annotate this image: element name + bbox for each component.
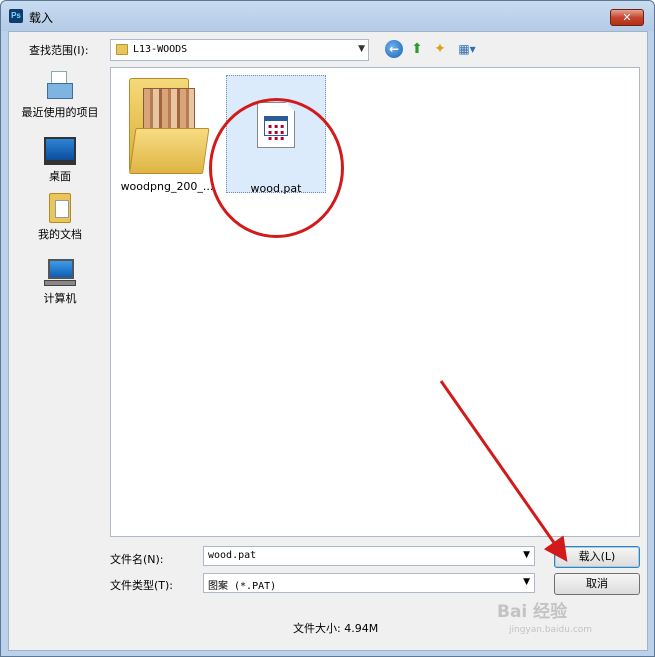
look-in-value: L13-WOODS (133, 44, 188, 55)
filename-label: 文件名(N): (110, 553, 164, 566)
photoshop-icon: Ps (9, 9, 23, 23)
place-label: 我的文档 (38, 228, 82, 241)
place-computer[interactable]: 计算机 (12, 259, 108, 306)
filetype-select[interactable]: 图案 (*.PAT) ▼ (203, 573, 535, 593)
back-icon[interactable]: ← (385, 40, 403, 58)
filename-value: wood.pat (208, 550, 257, 561)
place-desktop[interactable]: 桌面 (12, 137, 108, 184)
load-button[interactable]: 载入(L) (554, 546, 640, 568)
watermark-url: jingyan.baidu.com (509, 625, 593, 635)
highlight-circle (209, 98, 344, 238)
filetype-value: 图案 (*.PAT) (208, 581, 277, 592)
dialog-title: 载入 (29, 11, 54, 25)
views-menu-icon[interactable]: ▦▾ (455, 40, 479, 58)
image-folder-icon (129, 78, 210, 174)
look-in-label: 查找范围(I): (29, 44, 89, 57)
place-my-documents[interactable]: 我的文档 (12, 193, 108, 242)
chevron-down-icon[interactable]: ▼ (358, 44, 365, 54)
up-folder-icon[interactable]: ⬆ (408, 40, 426, 58)
place-label: 桌面 (49, 170, 71, 183)
load-dialog: Ps 载入 ✕ 查找范围(I): L13-WOODS ▼ ← ⬆ ✦ ▦▾ 最近… (0, 0, 655, 657)
close-button[interactable]: ✕ (610, 9, 644, 26)
my-documents-icon (49, 193, 71, 223)
cancel-button[interactable]: 取消 (554, 573, 640, 595)
new-folder-icon[interactable]: ✦ (431, 40, 449, 58)
chevron-down-icon[interactable]: ▼ (523, 577, 530, 587)
filetype-label: 文件类型(T): (110, 579, 174, 592)
chevron-down-icon[interactable]: ▼ (523, 550, 530, 560)
dialog-body: 查找范围(I): L13-WOODS ▼ ← ⬆ ✦ ▦▾ 最近使用的项目 桌面… (8, 31, 648, 651)
filename-field[interactable]: wood.pat ▼ (203, 546, 535, 566)
recent-items-icon (45, 71, 75, 101)
place-label: 最近使用的项目 (21, 106, 99, 119)
place-label: 计算机 (43, 292, 77, 305)
place-recent-items[interactable]: 最近使用的项目 (12, 71, 108, 120)
computer-icon (44, 259, 76, 287)
file-size-text: 文件大小: 4.94M (293, 622, 379, 635)
watermark-logo: Bai 经验 (497, 602, 568, 622)
file-list[interactable]: woodpng_200_... ▪▪▪ ▪▪▪ ▪▪▪ wood.pat (110, 67, 640, 537)
folder-icon (116, 44, 128, 55)
look-in-dropdown[interactable]: L13-WOODS ▼ (110, 39, 369, 61)
file-name: woodpng_200_... (120, 180, 214, 193)
desktop-icon (44, 137, 76, 165)
file-item-folder[interactable]: woodpng_200_... (117, 74, 217, 194)
title-bar[interactable]: Ps 载入 ✕ (1, 1, 654, 31)
places-bar: 最近使用的项目 桌面 我的文档 计算机 (12, 67, 108, 642)
